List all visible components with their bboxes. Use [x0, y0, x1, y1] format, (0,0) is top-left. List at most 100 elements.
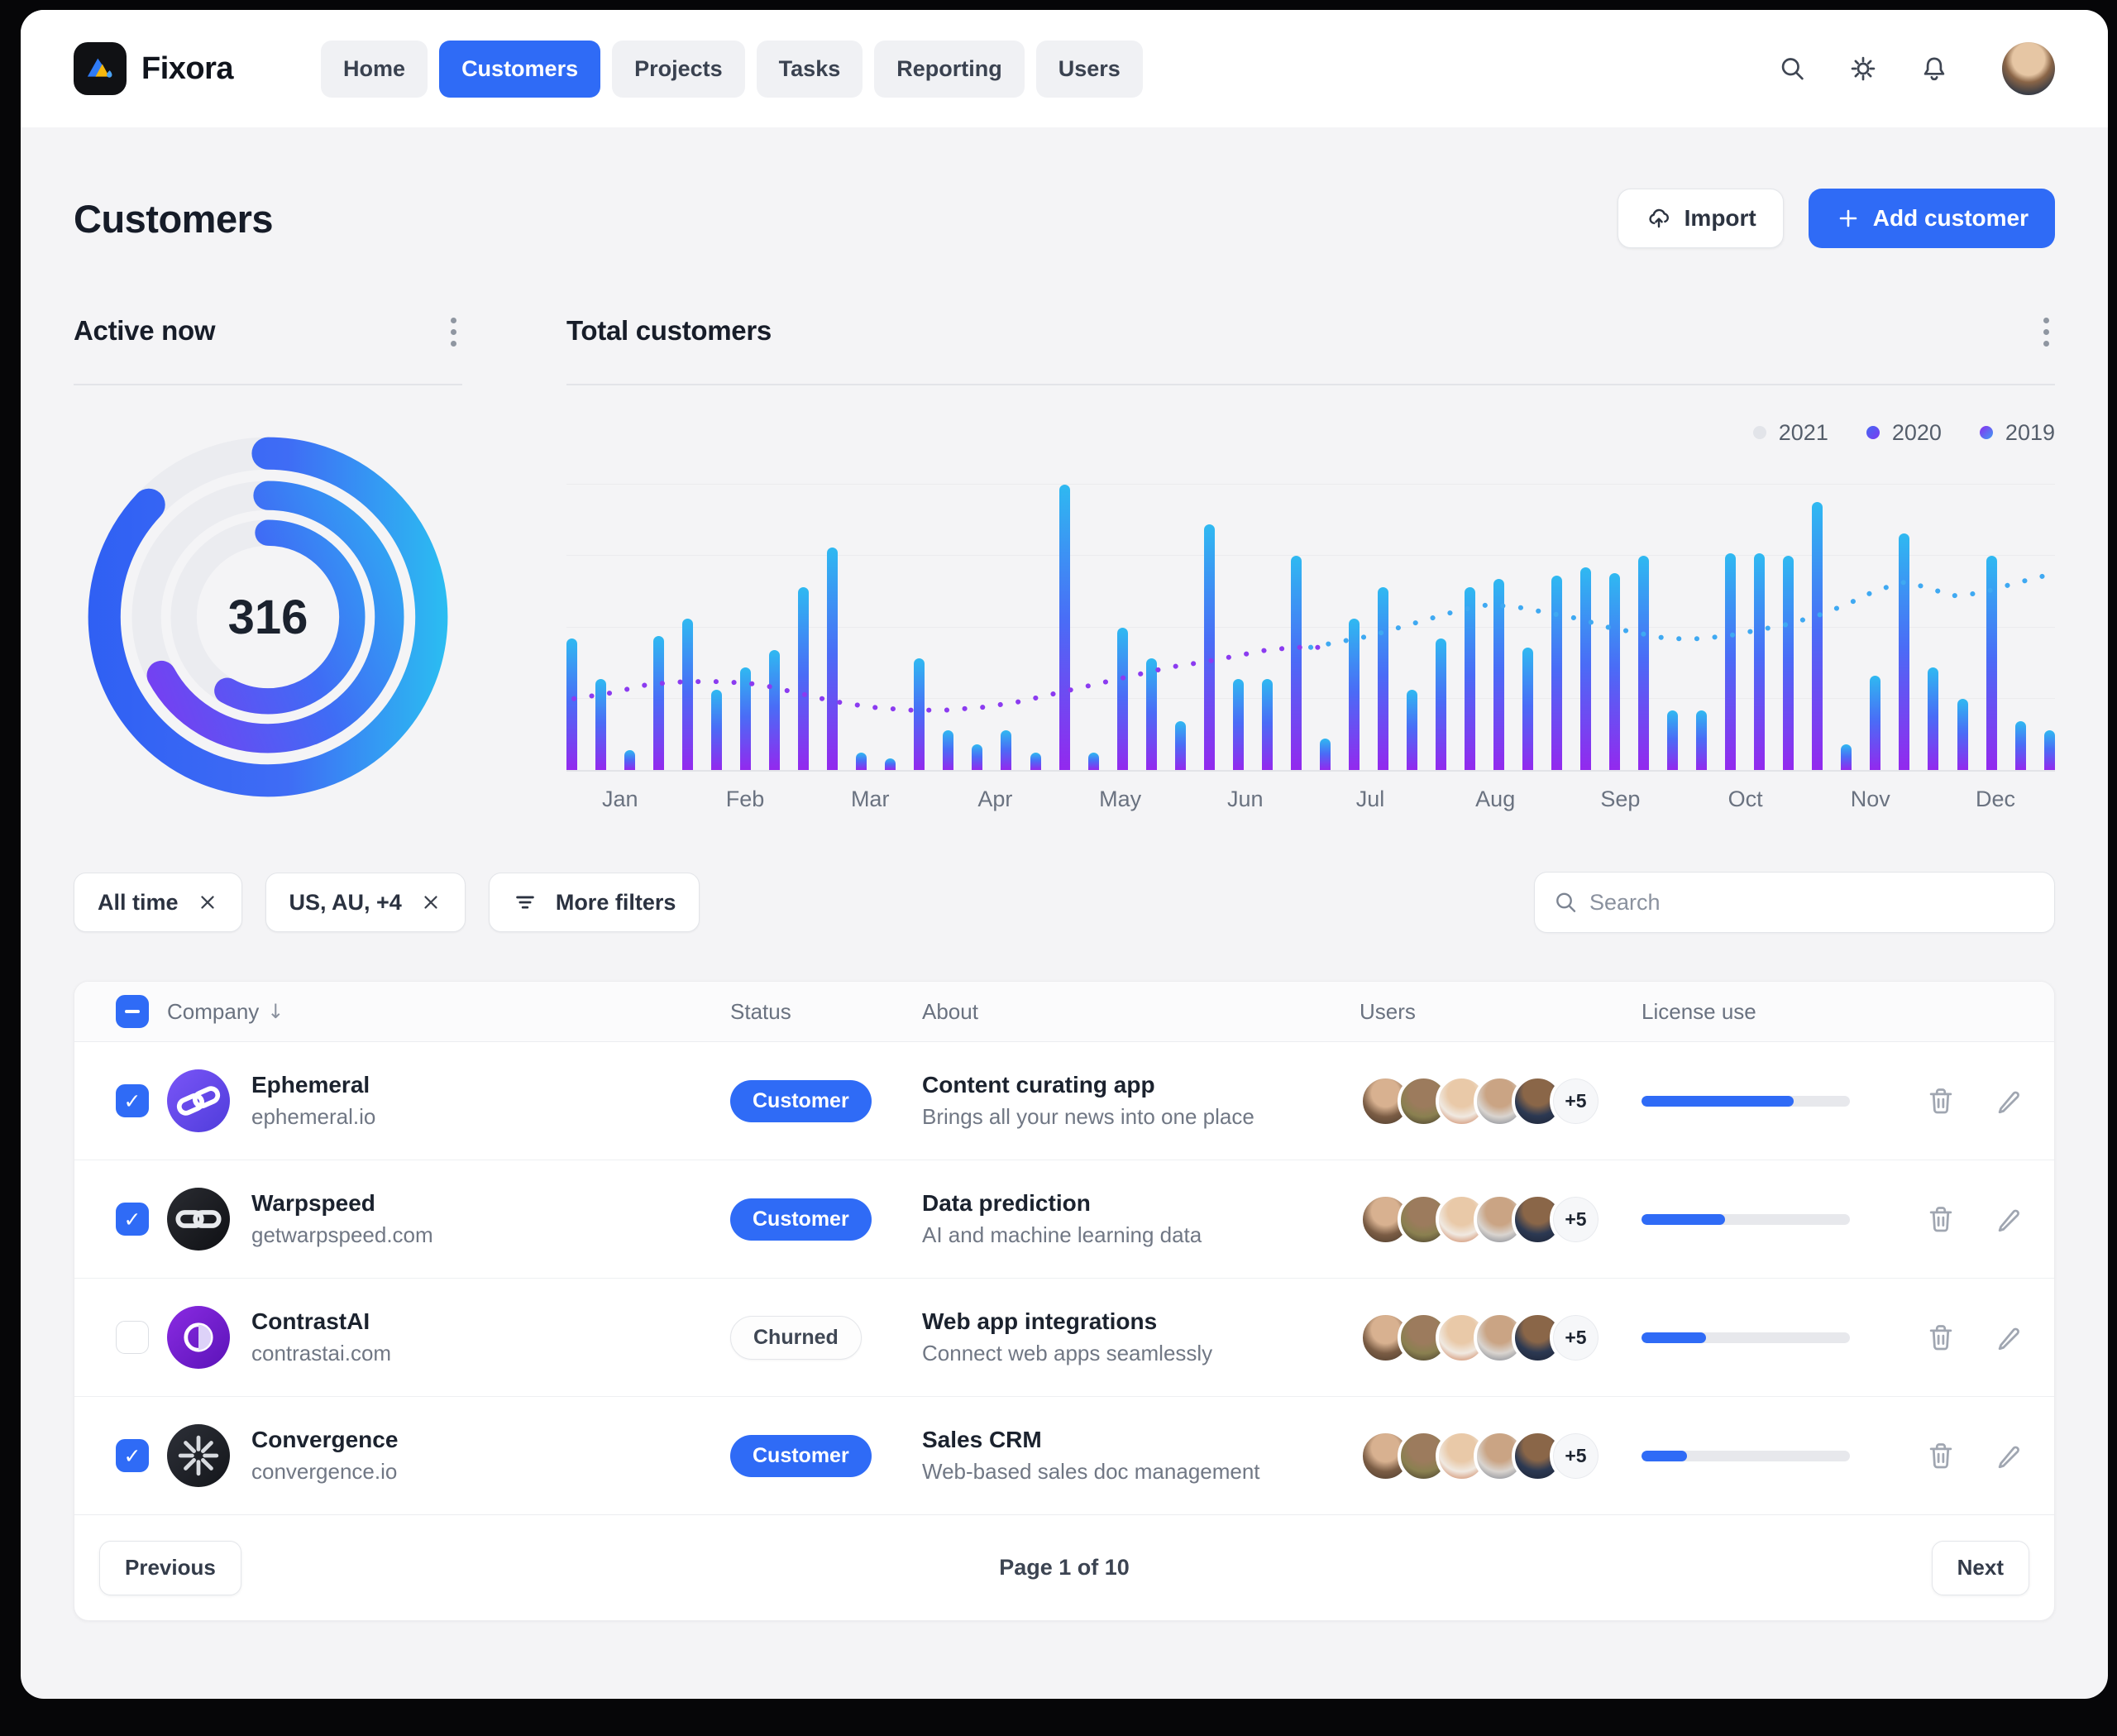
total-customers-menu-icon[interactable] [2037, 315, 2055, 348]
check-icon: ✓ [124, 1444, 141, 1468]
table-row-contrastai: ContrastAIcontrastai.comChurnedWeb app i… [74, 1279, 2054, 1397]
brand-name: Fixora [141, 51, 233, 87]
month-label: Dec [1976, 787, 2015, 812]
sort-descending-icon[interactable]: ↓ [267, 1000, 284, 1023]
month-label: Sep [1600, 787, 1640, 812]
company-name: Warpspeed [251, 1190, 433, 1217]
settings-gear-icon[interactable] [1848, 54, 1878, 84]
active-now-value: 316 [74, 423, 462, 811]
chart-month-axis: JanFebMarAprMayJunJulAugSepOctNovDec [566, 787, 2055, 815]
about-subtitle: Web-based sales doc management [922, 1459, 1360, 1485]
company-logo [167, 1069, 230, 1132]
page-title: Customers [74, 196, 273, 242]
more-filters-button[interactable]: More filters [489, 873, 700, 932]
month-label: Nov [1851, 787, 1890, 812]
check-icon: ✓ [124, 1089, 141, 1113]
status-badge: Customer [730, 1080, 872, 1122]
about-title: Web app integrations [922, 1308, 1360, 1335]
table-pagination: Previous Page 1 of 10 Next [74, 1515, 2054, 1620]
search-input[interactable] [1534, 872, 2055, 933]
edit-icon[interactable] [1992, 1084, 2025, 1117]
month-label: Mar [851, 787, 890, 812]
active-now-title: Active now [74, 315, 215, 347]
company-logo [167, 1188, 230, 1251]
month-label: May [1099, 787, 1141, 812]
about-title: Sales CRM [922, 1427, 1360, 1453]
import-button[interactable]: Import [1618, 189, 1784, 248]
row-checkbox[interactable]: ✓ [116, 1439, 149, 1472]
search-icon[interactable] [1777, 54, 1807, 84]
extra-users-badge[interactable]: +5 [1550, 1312, 1602, 1364]
nav-item-customers[interactable]: Customers [439, 41, 600, 98]
delete-icon[interactable] [1924, 1439, 1957, 1472]
legend-dot-icon [1980, 426, 1993, 439]
add-customer-button[interactable]: Add customer [1809, 189, 2055, 248]
about-subtitle: AI and machine learning data [922, 1222, 1360, 1248]
legend-dot-icon [1866, 426, 1880, 439]
company-domain: convergence.io [251, 1459, 398, 1485]
upload-cloud-icon [1645, 204, 1673, 232]
month-label: Feb [726, 787, 765, 812]
select-all-checkbox[interactable] [116, 995, 149, 1028]
nav-item-tasks[interactable]: Tasks [757, 41, 863, 98]
month-label: Jul [1356, 787, 1385, 812]
table-row-warpspeed: ✓Warpspeedgetwarpspeed.comCustomerData p… [74, 1160, 2054, 1279]
nav-item-reporting[interactable]: Reporting [874, 41, 1025, 98]
month-label: Apr [977, 787, 1012, 812]
user-avatar-stack: +5 [1360, 1075, 1642, 1127]
search-box [1534, 872, 2055, 933]
app-window: Fixora HomeCustomersProjectsTasksReporti… [21, 10, 2108, 1699]
delete-icon[interactable] [1924, 1084, 1957, 1117]
total-customers-section: Total customers 2021 2020 2019 Jan Feb Mar Ap… [566, 315, 2055, 815]
month-label: Jan [602, 787, 638, 812]
main-nav: HomeCustomersProjectsTasksReportingUsers [321, 41, 1143, 98]
filter-chip[interactable]: All time [74, 873, 242, 932]
delete-icon[interactable] [1924, 1321, 1957, 1354]
about-title: Data prediction [922, 1190, 1360, 1217]
page-status: Page 1 of 10 [74, 1555, 2054, 1581]
notifications-bell-icon[interactable] [1919, 54, 1949, 84]
2019-trend-dotted-line [574, 648, 1326, 710]
user-avatar-stack: +5 [1360, 1312, 1642, 1364]
about-title: Content curating app [922, 1072, 1360, 1098]
user-avatar[interactable] [2002, 42, 2055, 95]
row-checkbox[interactable]: ✓ [116, 1084, 149, 1117]
company-name: Ephemeral [251, 1072, 375, 1098]
close-icon[interactable] [197, 892, 218, 913]
extra-users-badge[interactable]: +5 [1550, 1430, 1602, 1482]
nav-item-projects[interactable]: Projects [612, 41, 745, 98]
row-checkbox[interactable] [116, 1321, 149, 1354]
nav-item-home[interactable]: Home [321, 41, 428, 98]
customers-table: Company↓ Status About Users License use … [74, 981, 2055, 1621]
license-progress [1642, 1096, 1850, 1107]
legend-item-2021[interactable]: 2021 [1753, 420, 1828, 446]
status-badge: Churned [730, 1316, 862, 1360]
topbar-actions [1777, 42, 2055, 95]
company-domain: ephemeral.io [251, 1104, 375, 1130]
filter-chip[interactable]: US, AU, +4 [265, 873, 466, 932]
row-checkbox[interactable]: ✓ [116, 1203, 149, 1236]
extra-users-badge[interactable]: +5 [1550, 1075, 1602, 1127]
edit-icon[interactable] [1992, 1203, 2025, 1236]
delete-icon[interactable] [1924, 1203, 1957, 1236]
month-label: Jun [1227, 787, 1264, 812]
close-icon[interactable] [420, 892, 442, 913]
company-domain: getwarpspeed.com [251, 1222, 433, 1248]
legend-item-2020[interactable]: 2020 [1866, 420, 1942, 446]
extra-users-badge[interactable]: +5 [1550, 1193, 1602, 1246]
brand[interactable]: Fixora [74, 42, 233, 95]
active-now-menu-icon[interactable] [444, 315, 462, 348]
edit-icon[interactable] [1992, 1321, 2025, 1354]
status-badge: Customer [730, 1435, 872, 1477]
edit-icon[interactable] [1992, 1439, 2025, 1472]
legend-item-2019[interactable]: 2019 [1980, 420, 2055, 446]
about-subtitle: Brings all your news into one place [922, 1104, 1360, 1130]
chart-legend: 2021 2020 2019 [566, 418, 2055, 447]
license-progress [1642, 1214, 1850, 1225]
nav-item-users[interactable]: Users [1036, 41, 1143, 98]
license-progress [1642, 1332, 1850, 1343]
table-row-convergence: ✓Convergenceconvergence.ioCustomerSales … [74, 1397, 2054, 1515]
month-label: Aug [1475, 787, 1515, 812]
total-customers-title: Total customers [566, 315, 772, 347]
table-row-ephemeral: ✓ Ephemeral ephemeral.io Customer Content cu… [74, 1042, 2054, 1160]
